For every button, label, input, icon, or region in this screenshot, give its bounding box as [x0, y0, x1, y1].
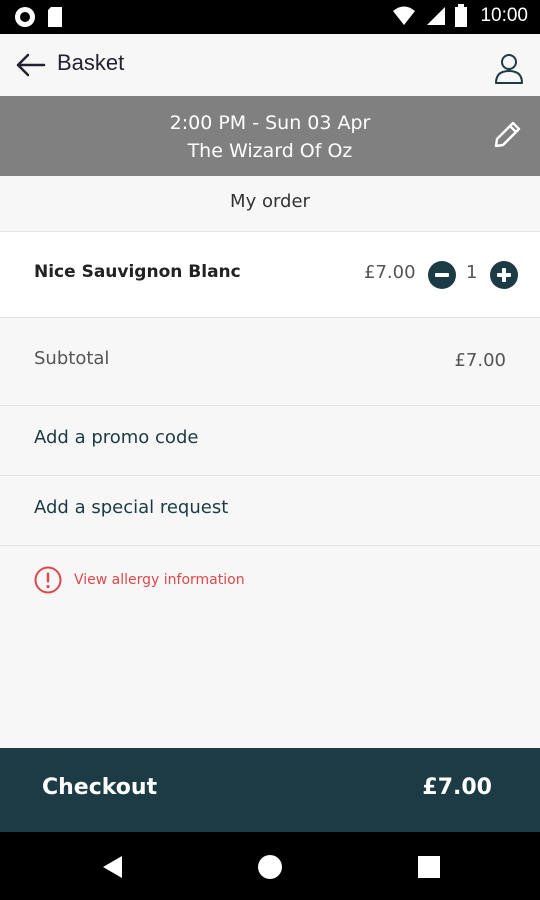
nav-home-icon[interactable] [257, 854, 283, 880]
system-nav-bar [0, 832, 540, 900]
special-request-label: Add a special request [34, 497, 229, 518]
clock: 10:00 [480, 5, 528, 26]
add-special-request-button[interactable]: Add a special request [0, 476, 540, 546]
page-title: Basket [57, 50, 125, 75]
subtotal-value: £7.00 [454, 350, 506, 371]
allergy-info-link[interactable]: View allergy information [34, 566, 245, 594]
arrow-left-icon[interactable] [14, 50, 46, 80]
sd-card-icon [48, 7, 62, 27]
allergy-info-label: View allergy information [74, 572, 245, 588]
promo-code-label: Add a promo code [34, 427, 199, 448]
list-item: Nice Sauvignon Blanc £7.00 1 [0, 232, 540, 318]
checkout-total: £7.00 [422, 775, 492, 800]
nav-recents-icon[interactable] [416, 854, 442, 880]
item-price: £7.00 [364, 262, 416, 283]
checkout-button[interactable]: Checkout £7.00 [0, 748, 540, 832]
decrease-quantity-button[interactable] [428, 261, 456, 289]
my-order-heading: My order [0, 176, 540, 232]
wifi-icon [393, 6, 416, 25]
event-time: 2:00 PM - Sun 03 Apr [169, 112, 371, 134]
nav-back-icon[interactable] [100, 854, 126, 880]
alert-icon [34, 566, 62, 594]
subtotal-label: Subtotal [34, 348, 110, 369]
signal-icon [427, 7, 446, 25]
add-promo-code-button[interactable]: Add a promo code [0, 406, 540, 476]
status-bar: 10:00 [0, 0, 540, 34]
item-name: Nice Sauvignon Blanc [34, 262, 241, 282]
checkout-label: Checkout [42, 775, 158, 800]
increase-quantity-button[interactable] [490, 261, 518, 289]
user-icon[interactable] [494, 52, 524, 84]
battery-icon [455, 4, 468, 27]
item-quantity: 1 [466, 262, 478, 283]
pencil-icon[interactable] [492, 118, 524, 150]
event-show-title: The Wizard Of Oz [187, 140, 353, 162]
event-banner: 2:00 PM - Sun 03 Apr The Wizard Of Oz [0, 96, 540, 176]
subtotal-row: Subtotal £7.00 [0, 318, 540, 406]
record-icon [15, 7, 35, 27]
app-bar: Basket [0, 34, 540, 96]
